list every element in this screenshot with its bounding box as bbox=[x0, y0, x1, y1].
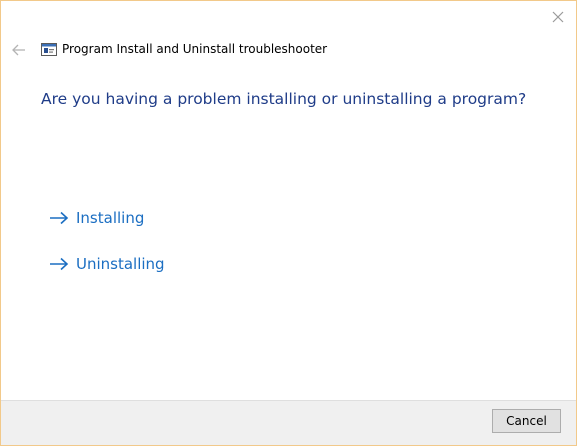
back-arrow-icon bbox=[12, 44, 25, 56]
option-installing[interactable]: Installing bbox=[49, 209, 144, 227]
back-button[interactable] bbox=[11, 42, 27, 56]
troubleshooter-window: Program Install and Uninstall troublesho… bbox=[0, 0, 577, 446]
cancel-button[interactable]: Cancel bbox=[492, 409, 561, 433]
right-arrow-icon bbox=[50, 211, 69, 225]
window-title-row: Program Install and Uninstall troublesho… bbox=[41, 41, 327, 57]
footer-bar: Cancel bbox=[1, 400, 576, 445]
option-installing-label: Installing bbox=[76, 209, 145, 227]
right-arrow-icon bbox=[50, 257, 69, 271]
close-icon bbox=[552, 11, 564, 23]
troubleshooter-icon bbox=[41, 42, 57, 56]
page-question: Are you having a problem installing or u… bbox=[41, 90, 527, 108]
option-uninstalling-label: Uninstalling bbox=[76, 255, 165, 273]
option-uninstalling[interactable]: Uninstalling bbox=[49, 255, 165, 273]
window-title: Program Install and Uninstall troublesho… bbox=[62, 42, 328, 56]
close-button[interactable] bbox=[550, 9, 566, 25]
